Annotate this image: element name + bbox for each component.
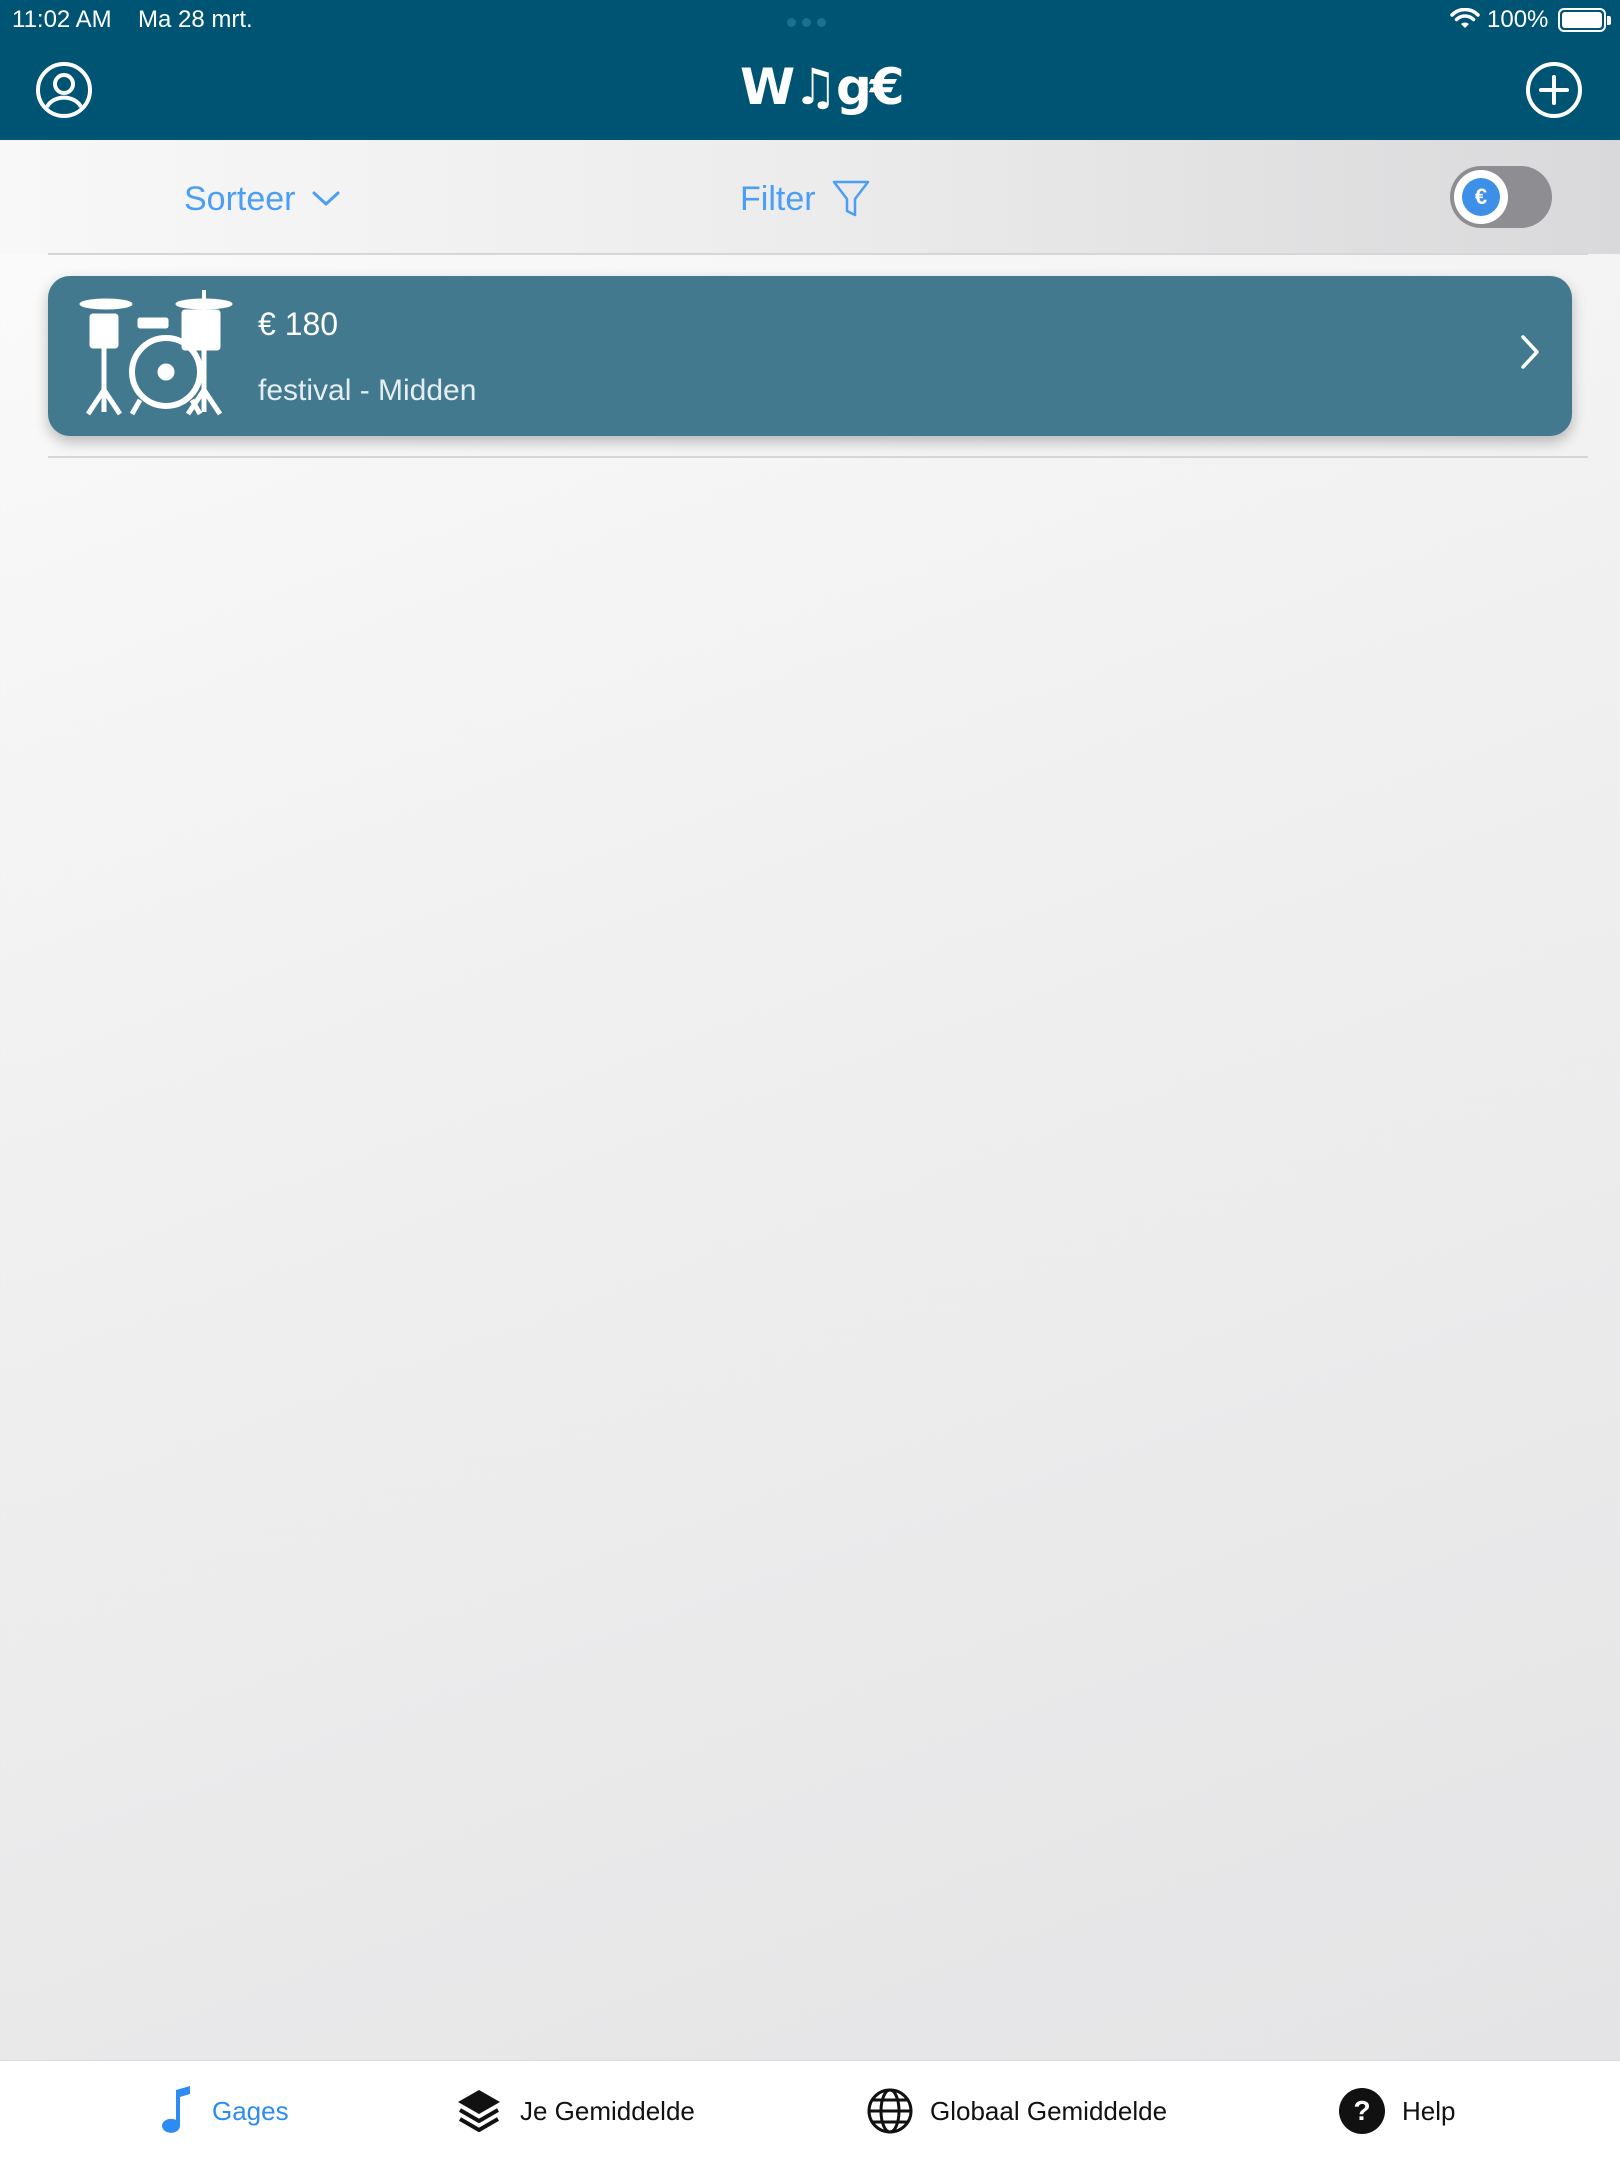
wifi-icon <box>1450 8 1480 28</box>
tab-help-label: Help <box>1402 2095 1456 2126</box>
battery-icon <box>1558 8 1611 32</box>
battery-percentage: 100% <box>1487 6 1549 33</box>
profile-button[interactable] <box>34 60 94 120</box>
euro-icon: € <box>1462 178 1500 216</box>
status-bar: 11:02 AM Ma 28 mrt. 100% <box>0 0 1620 40</box>
chevron-right-icon <box>1521 335 1539 369</box>
tab-gages-label: Gages <box>212 2095 289 2126</box>
chevron-down-icon <box>312 191 339 206</box>
add-gig-button[interactable] <box>1524 60 1584 120</box>
currency-toggle[interactable]: € <box>1450 166 1552 228</box>
music-note-icon <box>162 2086 190 2133</box>
app-logo: W♫g€ <box>740 58 905 116</box>
globe-icon <box>867 2088 913 2134</box>
gig-subtitle: festival - Midden <box>258 374 477 407</box>
svg-text:?: ? <box>1353 2095 1370 2126</box>
multitasking-dots[interactable] <box>787 18 826 27</box>
tab-help[interactable]: ? Help <box>1338 2061 1455 2160</box>
layers-icon <box>458 2090 500 2132</box>
filter-label: Filter <box>740 179 816 218</box>
funnel-icon <box>832 180 869 217</box>
tab-gages[interactable]: Gages <box>160 2061 289 2160</box>
top-navigation-bar: 11:02 AM Ma 28 mrt. 100% W♫g€ <box>0 0 1620 140</box>
tab-globaal-gemiddelde[interactable]: Globaal Gemiddelde <box>866 2061 1167 2160</box>
gig-amount: € 180 <box>258 306 339 342</box>
status-date: Ma 28 mrt. <box>138 6 253 33</box>
sort-label: Sorteer <box>184 179 296 218</box>
gig-card[interactable]: € 180 festival - Midden <box>48 276 1572 436</box>
sort-filter-toolbar: Sorteer Filter <box>0 140 1620 254</box>
tab-je-gemiddelde-label: Je Gemiddelde <box>520 2095 695 2126</box>
tab-bar: Gages Je Gemiddelde Globaal Gemiddelde ?… <box>0 2060 1620 2160</box>
toggle-knob: € <box>1454 170 1508 224</box>
tab-globaal-gemiddelde-label: Globaal Gemiddelde <box>930 2095 1168 2126</box>
status-time: 11:02 AM <box>12 6 112 33</box>
question-circle-icon: ? <box>1339 2088 1385 2134</box>
drum-kit-icon <box>79 290 233 416</box>
divider <box>48 253 1588 255</box>
filter-button[interactable]: Filter <box>740 176 870 222</box>
divider <box>48 456 1588 458</box>
sort-button[interactable]: Sorteer <box>184 176 340 222</box>
tab-je-gemiddelde[interactable]: Je Gemiddelde <box>454 2061 695 2160</box>
